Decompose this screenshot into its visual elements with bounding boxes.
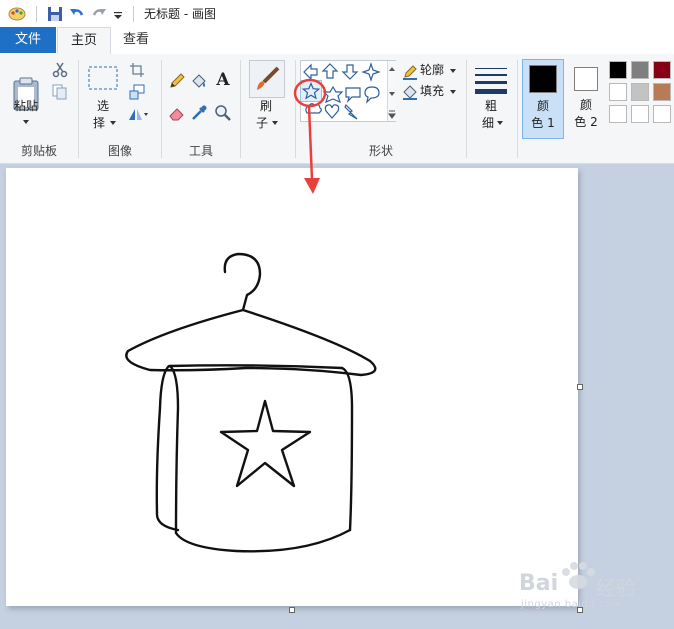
annotation-overlay bbox=[293, 78, 327, 194]
watermark-brand: Bai bbox=[519, 571, 559, 596]
annotation-arrow-shaft bbox=[307, 105, 314, 181]
watermark-brand2: 经验 bbox=[596, 576, 636, 600]
annotation-arrow-head bbox=[304, 178, 320, 194]
watermark-url: jingyan.baidu.com bbox=[521, 599, 622, 610]
annotation-circle bbox=[293, 78, 327, 108]
watermark: Bai 经验 jingyan.baidu.com bbox=[517, 556, 657, 616]
